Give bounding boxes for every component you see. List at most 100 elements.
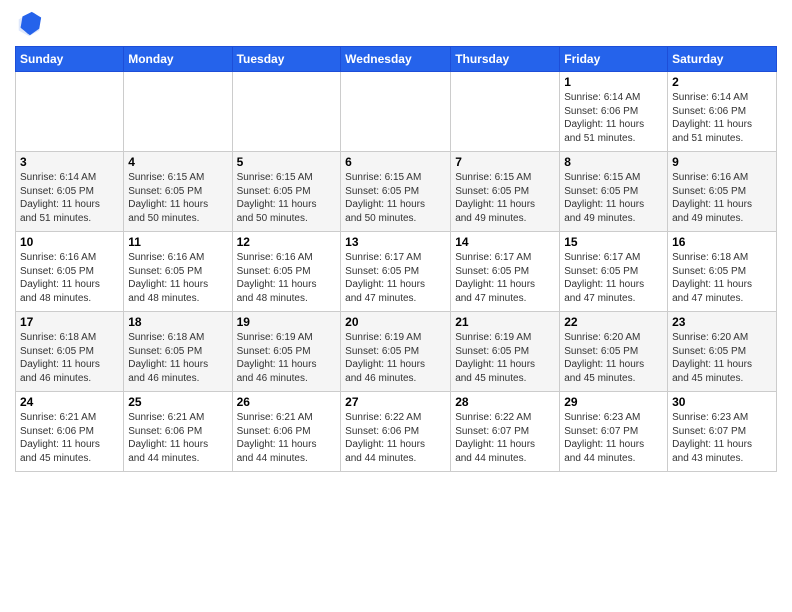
day-number: 11 — [128, 235, 227, 249]
day-info: Sunrise: 6:16 AM Sunset: 6:05 PM Dayligh… — [128, 251, 227, 305]
day-number: 28 — [455, 395, 555, 409]
day-info: Sunrise: 6:20 AM Sunset: 6:05 PM Dayligh… — [564, 331, 663, 385]
weekday-header-sunday: Sunday — [16, 47, 124, 72]
day-info: Sunrise: 6:15 AM Sunset: 6:05 PM Dayligh… — [564, 171, 663, 225]
day-number: 7 — [455, 155, 555, 169]
day-cell: 1 Sunrise: 6:14 AM Sunset: 6:06 PM Daylig… — [560, 72, 668, 152]
day-cell: 12 Sunrise: 6:16 AM Sunset: 6:05 PM Dayli… — [232, 232, 341, 312]
calendar-table: SundayMondayTuesdayWednesdayThursdayFrid… — [15, 46, 777, 472]
day-info: Sunrise: 6:17 AM Sunset: 6:05 PM Dayligh… — [455, 251, 555, 305]
day-info: Sunrise: 6:18 AM Sunset: 6:05 PM Dayligh… — [672, 251, 772, 305]
day-info: Sunrise: 6:14 AM Sunset: 6:06 PM Dayligh… — [564, 91, 663, 145]
day-number: 30 — [672, 395, 772, 409]
week-row-5: 24 Sunrise: 6:21 AM Sunset: 6:06 PM Dayli… — [16, 392, 777, 472]
day-cell: 7 Sunrise: 6:15 AM Sunset: 6:05 PM Daylig… — [451, 152, 560, 232]
day-info: Sunrise: 6:14 AM Sunset: 6:05 PM Dayligh… — [20, 171, 119, 225]
weekday-header-saturday: Saturday — [668, 47, 777, 72]
calendar-header: SundayMondayTuesdayWednesdayThursdayFrid… — [16, 47, 777, 72]
header — [15, 10, 777, 38]
weekday-header-monday: Monday — [124, 47, 232, 72]
week-row-3: 10 Sunrise: 6:16 AM Sunset: 6:05 PM Dayli… — [16, 232, 777, 312]
day-number: 26 — [237, 395, 337, 409]
day-number: 27 — [345, 395, 446, 409]
day-cell: 29 Sunrise: 6:23 AM Sunset: 6:07 PM Dayli… — [560, 392, 668, 472]
day-info: Sunrise: 6:22 AM Sunset: 6:06 PM Dayligh… — [345, 411, 446, 465]
day-cell — [232, 72, 341, 152]
weekday-header-thursday: Thursday — [451, 47, 560, 72]
day-cell — [341, 72, 451, 152]
day-number: 5 — [237, 155, 337, 169]
day-cell: 2 Sunrise: 6:14 AM Sunset: 6:06 PM Daylig… — [668, 72, 777, 152]
day-info: Sunrise: 6:19 AM Sunset: 6:05 PM Dayligh… — [345, 331, 446, 385]
day-cell: 19 Sunrise: 6:19 AM Sunset: 6:05 PM Dayli… — [232, 312, 341, 392]
day-number: 17 — [20, 315, 119, 329]
day-number: 18 — [128, 315, 227, 329]
day-number: 14 — [455, 235, 555, 249]
day-cell: 15 Sunrise: 6:17 AM Sunset: 6:05 PM Dayli… — [560, 232, 668, 312]
day-number: 10 — [20, 235, 119, 249]
day-cell: 21Sunrise: 6:19 AM Sunset: 6:05 PM Dayli… — [451, 312, 560, 392]
logo-icon — [15, 10, 43, 38]
day-number: 20 — [345, 315, 446, 329]
day-cell: 13 Sunrise: 6:17 AM Sunset: 6:05 PM Dayli… — [341, 232, 451, 312]
day-number: 21 — [455, 315, 555, 329]
day-info: Sunrise: 6:15 AM Sunset: 6:05 PM Dayligh… — [455, 171, 555, 225]
day-info: Sunrise: 6:16 AM Sunset: 6:05 PM Dayligh… — [237, 251, 337, 305]
day-number: 1 — [564, 75, 663, 89]
day-info: Sunrise: 6:23 AM Sunset: 6:07 PM Dayligh… — [672, 411, 772, 465]
day-cell: 6 Sunrise: 6:15 AM Sunset: 6:05 PM Daylig… — [341, 152, 451, 232]
calendar-body: 1 Sunrise: 6:14 AM Sunset: 6:06 PM Daylig… — [16, 72, 777, 472]
day-cell: 30 Sunrise: 6:23 AM Sunset: 6:07 PM Dayli… — [668, 392, 777, 472]
day-info: Sunrise: 6:17 AM Sunset: 6:05 PM Dayligh… — [564, 251, 663, 305]
day-info: Sunrise: 6:22 AM Sunset: 6:07 PM Dayligh… — [455, 411, 555, 465]
page: SundayMondayTuesdayWednesdayThursdayFrid… — [0, 0, 792, 612]
day-cell: 14 Sunrise: 6:17 AM Sunset: 6:05 PM Dayli… — [451, 232, 560, 312]
day-cell: 25 Sunrise: 6:21 AM Sunset: 6:06 PM Dayli… — [124, 392, 232, 472]
week-row-1: 1 Sunrise: 6:14 AM Sunset: 6:06 PM Daylig… — [16, 72, 777, 152]
day-cell — [451, 72, 560, 152]
day-cell: 20 Sunrise: 6:19 AM Sunset: 6:05 PM Dayli… — [341, 312, 451, 392]
day-number: 9 — [672, 155, 772, 169]
day-number: 8 — [564, 155, 663, 169]
day-number: 16 — [672, 235, 772, 249]
day-cell: 28 Sunrise: 6:22 AM Sunset: 6:07 PM Dayli… — [451, 392, 560, 472]
day-cell: 9 Sunrise: 6:16 AM Sunset: 6:05 PM Daylig… — [668, 152, 777, 232]
day-number: 25 — [128, 395, 227, 409]
day-number: 29 — [564, 395, 663, 409]
day-cell: 18 Sunrise: 6:18 AM Sunset: 6:05 PM Dayli… — [124, 312, 232, 392]
day-cell: 3Sunrise: 6:14 AM Sunset: 6:05 PM Daylig… — [16, 152, 124, 232]
day-number: 4 — [128, 155, 227, 169]
day-cell: 11 Sunrise: 6:16 AM Sunset: 6:05 PM Dayli… — [124, 232, 232, 312]
day-number: 12 — [237, 235, 337, 249]
day-info: Sunrise: 6:17 AM Sunset: 6:05 PM Dayligh… — [345, 251, 446, 305]
day-cell: 5 Sunrise: 6:15 AM Sunset: 6:05 PM Daylig… — [232, 152, 341, 232]
weekday-row: SundayMondayTuesdayWednesdayThursdayFrid… — [16, 47, 777, 72]
day-number: 13 — [345, 235, 446, 249]
day-info: Sunrise: 6:18 AM Sunset: 6:05 PM Dayligh… — [20, 331, 119, 385]
day-info: Sunrise: 6:15 AM Sunset: 6:05 PM Dayligh… — [237, 171, 337, 225]
day-info: Sunrise: 6:15 AM Sunset: 6:05 PM Dayligh… — [128, 171, 227, 225]
day-info: Sunrise: 6:20 AM Sunset: 6:05 PM Dayligh… — [672, 331, 772, 385]
day-number: 22 — [564, 315, 663, 329]
day-cell: 4 Sunrise: 6:15 AM Sunset: 6:05 PM Daylig… — [124, 152, 232, 232]
day-cell: 10Sunrise: 6:16 AM Sunset: 6:05 PM Dayli… — [16, 232, 124, 312]
day-info: Sunrise: 6:18 AM Sunset: 6:05 PM Dayligh… — [128, 331, 227, 385]
day-cell: 17 Sunrise: 6:18 AM Sunset: 6:05 PM Dayli… — [16, 312, 124, 392]
day-cell: 26Sunrise: 6:21 AM Sunset: 6:06 PM Dayli… — [232, 392, 341, 472]
day-number: 6 — [345, 155, 446, 169]
day-info: Sunrise: 6:23 AM Sunset: 6:07 PM Dayligh… — [564, 411, 663, 465]
day-cell — [124, 72, 232, 152]
day-cell: 23Sunrise: 6:20 AM Sunset: 6:05 PM Dayli… — [668, 312, 777, 392]
weekday-header-friday: Friday — [560, 47, 668, 72]
day-number: 24 — [20, 395, 119, 409]
day-info: Sunrise: 6:16 AM Sunset: 6:05 PM Dayligh… — [672, 171, 772, 225]
day-number: 19 — [237, 315, 337, 329]
day-info: Sunrise: 6:15 AM Sunset: 6:05 PM Dayligh… — [345, 171, 446, 225]
week-row-2: 3Sunrise: 6:14 AM Sunset: 6:05 PM Daylig… — [16, 152, 777, 232]
day-info: Sunrise: 6:14 AM Sunset: 6:06 PM Dayligh… — [672, 91, 772, 145]
day-number: 15 — [564, 235, 663, 249]
day-cell — [16, 72, 124, 152]
day-number: 2 — [672, 75, 772, 89]
day-info: Sunrise: 6:19 AM Sunset: 6:05 PM Dayligh… — [237, 331, 337, 385]
day-info: Sunrise: 6:21 AM Sunset: 6:06 PM Dayligh… — [128, 411, 227, 465]
